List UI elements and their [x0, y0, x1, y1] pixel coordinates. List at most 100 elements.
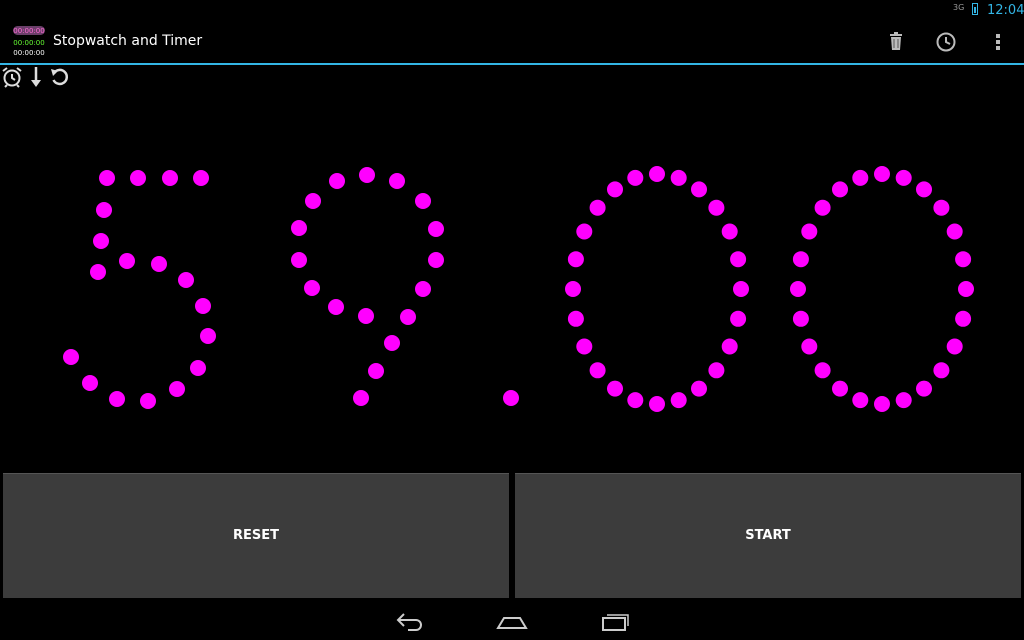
time-dot-4-2: [916, 181, 932, 198]
time-dot-1-1: [359, 167, 375, 183]
time-dot-4-18: [790, 281, 806, 297]
time-dot-0-1: [130, 170, 146, 186]
time-dot-3-7: [730, 310, 747, 327]
reset-icon[interactable]: [48, 65, 72, 89]
overflow-menu-icon[interactable]: [986, 30, 1010, 54]
time-dot-0-11: [200, 328, 216, 344]
time-dot-4-21: [814, 199, 831, 216]
time-dot-4-19: [792, 251, 809, 268]
time-dot-1-14: [384, 335, 400, 351]
time-dot-1-11: [328, 299, 344, 315]
time-dot-4-4: [946, 223, 963, 240]
time-dot-1-2: [389, 173, 405, 189]
time-dot-0-8: [151, 256, 167, 272]
time-dot-0-0: [99, 170, 115, 186]
time-dot-3-20: [576, 223, 593, 240]
time-dot-3-22: [607, 181, 623, 198]
time-dot-3-6: [733, 281, 749, 297]
home-icon[interactable]: [496, 608, 528, 634]
time-dot-1-3: [415, 193, 431, 209]
app-title: Stopwatch and Timer: [53, 33, 203, 49]
time-dot-3-5: [730, 251, 747, 268]
history-icon[interactable]: [934, 30, 958, 54]
time-dot-2-0: [503, 390, 519, 406]
nav-bar: [0, 600, 1024, 640]
time-dot-3-0: [649, 166, 665, 182]
time-dot-3-9: [708, 362, 725, 379]
time-dot-1-16: [353, 390, 369, 406]
time-dot-4-0: [874, 166, 890, 182]
recent-apps-icon[interactable]: [600, 608, 632, 634]
tool-icons: [0, 65, 80, 89]
back-icon[interactable]: [394, 608, 426, 634]
time-dot-0-5: [93, 233, 109, 249]
time-dot-4-11: [895, 392, 912, 409]
time-dot-4-7: [955, 310, 972, 327]
time-dot-4-16: [801, 338, 818, 355]
time-dot-0-6: [90, 264, 106, 280]
delete-icon[interactable]: [884, 30, 908, 54]
reset-button[interactable]: RESET: [3, 473, 509, 598]
time-dot-3-21: [589, 199, 606, 216]
time-dot-0-4: [96, 202, 112, 218]
time-dot-3-18: [565, 281, 581, 297]
time-dot-1-5: [428, 252, 444, 268]
time-dot-4-6: [958, 281, 974, 297]
time-dot-0-13: [169, 381, 185, 397]
time-dot-0-10: [195, 298, 211, 314]
time-dot-3-12: [649, 396, 665, 412]
time-dot-0-17: [63, 349, 79, 365]
time-dot-1-8: [291, 220, 307, 236]
time-dot-4-17: [792, 310, 809, 327]
time-dot-1-10: [304, 280, 320, 296]
time-dot-1-0: [329, 173, 345, 189]
time-dot-3-3: [708, 199, 725, 216]
time-dot-4-13: [852, 392, 869, 409]
arrow-down-icon[interactable]: [24, 65, 48, 89]
time-dot-4-12: [874, 396, 890, 412]
time-dot-1-6: [415, 281, 431, 297]
time-dot-1-9: [291, 252, 307, 268]
status-time: 12:04: [987, 3, 1024, 18]
time-dot-0-12: [190, 360, 206, 376]
time-dot-1-4: [428, 221, 444, 237]
time-dot-0-16: [82, 375, 98, 391]
time-dot-4-15: [814, 362, 831, 379]
time-dot-3-19: [567, 251, 584, 268]
time-dot-4-10: [916, 380, 932, 397]
time-dot-4-20: [801, 223, 818, 240]
time-dot-3-2: [691, 181, 707, 198]
app-icon[interactable]: 00:00:00 00:00:00 00:00:00: [10, 26, 48, 58]
time-dot-0-3: [193, 170, 209, 186]
app-icon-line-1: 00:00:00: [13, 27, 45, 35]
app-icon-line-2: 00:00:00: [13, 39, 45, 47]
time-dot-4-14: [832, 380, 848, 397]
start-button[interactable]: START: [515, 473, 1021, 598]
signal-icon: 3G: [953, 3, 965, 12]
action-bar: 00:00:00 00:00:00 00:00:00 Stopwatch and…: [0, 20, 1024, 65]
time-dot-1-15: [368, 363, 384, 379]
time-dot-0-2: [162, 170, 178, 186]
time-display: 59.00: [0, 150, 1024, 430]
time-dot-0-9: [178, 272, 194, 288]
time-dot-4-1: [895, 169, 912, 186]
time-dot-4-22: [832, 181, 848, 198]
time-dot-3-11: [670, 392, 687, 409]
time-dot-3-14: [607, 380, 623, 397]
action-bar-divider: [0, 63, 1024, 65]
time-dot-4-8: [946, 338, 963, 355]
time-dot-3-23: [627, 169, 644, 186]
screen: 3G 12:04 00:00:00 00:00:00 00:00:00 Stop…: [0, 0, 1024, 640]
time-dot-0-14: [140, 393, 156, 409]
time-dot-0-15: [109, 391, 125, 407]
time-dot-3-1: [670, 169, 687, 186]
time-dot-4-5: [955, 251, 972, 268]
app-icon-line-3: 00:00:00: [13, 49, 45, 57]
alarm-icon[interactable]: [0, 65, 24, 89]
time-dot-3-15: [589, 362, 606, 379]
time-dot-3-17: [567, 310, 584, 327]
time-dot-1-7: [305, 193, 321, 209]
time-dot-1-12: [358, 308, 374, 324]
time-dot-1-13: [400, 309, 416, 325]
time-dot-4-3: [933, 199, 950, 216]
